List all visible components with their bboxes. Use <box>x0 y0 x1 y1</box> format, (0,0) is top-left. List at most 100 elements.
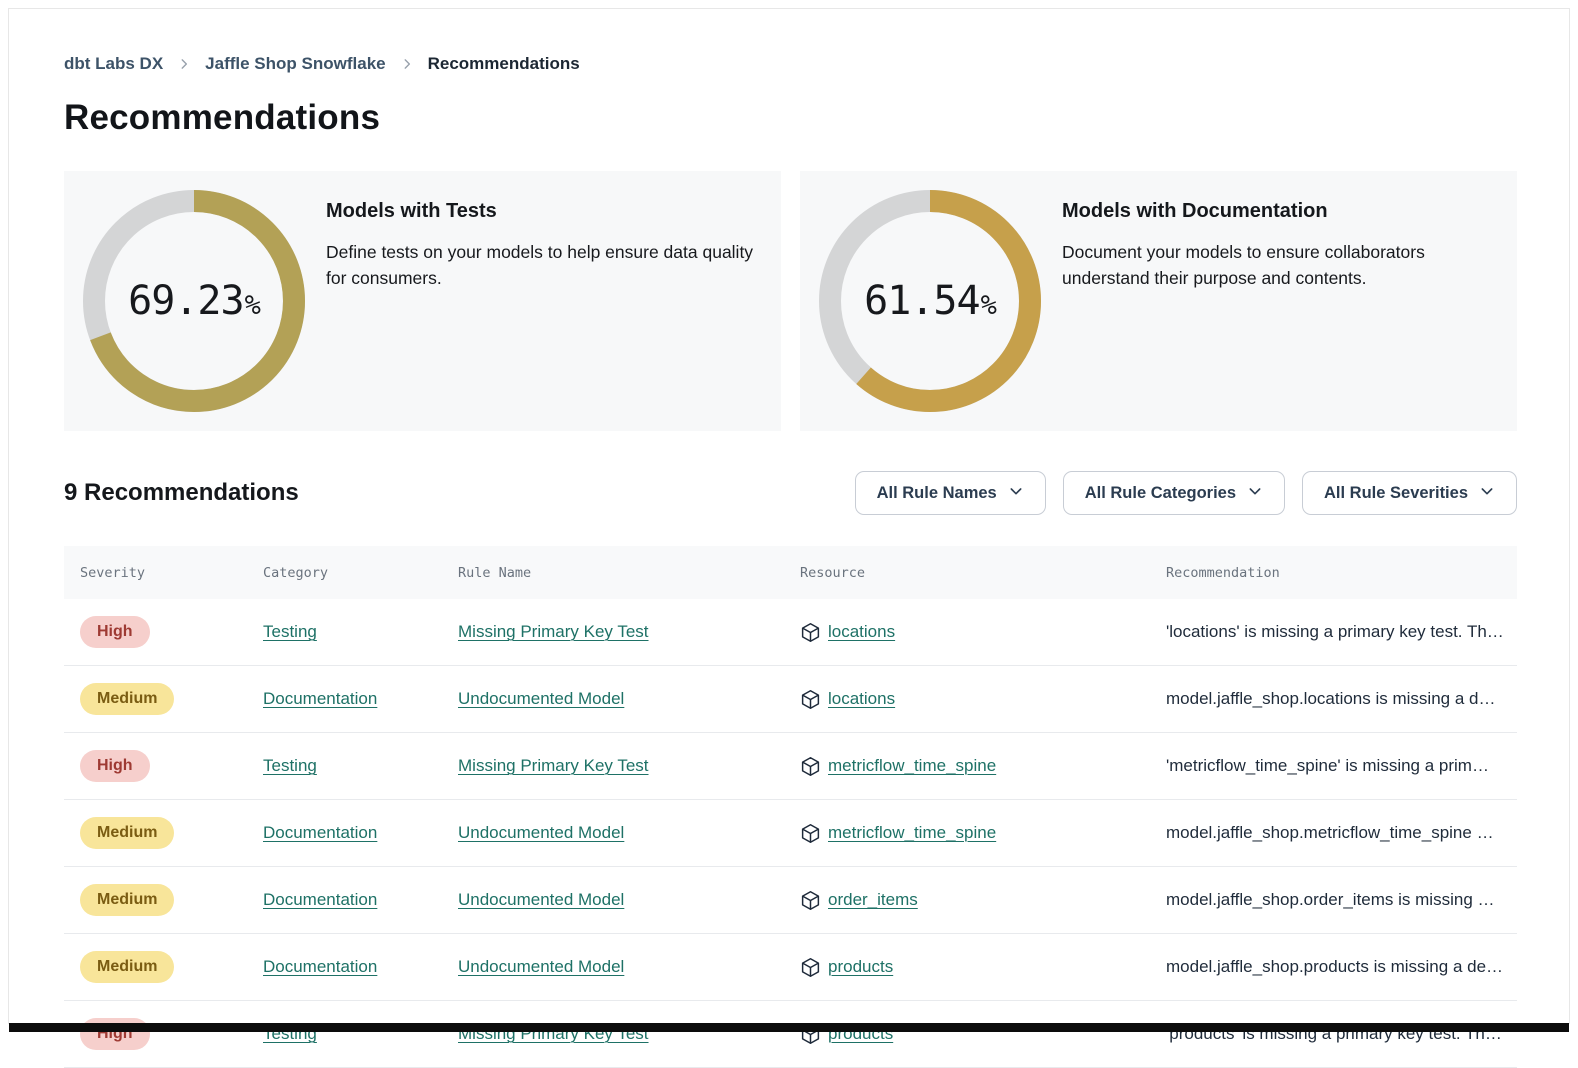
table-row: High Testing Missing Primary Key Test me… <box>64 733 1517 800</box>
column-header-recommendation: Recommendation <box>1150 565 1517 581</box>
metric-card-description: Define tests on your models to help ensu… <box>326 239 762 292</box>
rule-name-cell: Undocumented Model <box>442 823 784 843</box>
resource-cell: products <box>784 957 1150 978</box>
bottom-clipped-row <box>9 1023 1569 1032</box>
breadcrumb-item-current: Recommendations <box>428 54 580 74</box>
cube-icon <box>800 957 821 978</box>
category-cell: Documentation <box>247 957 442 977</box>
documentation-percentage: 61.54% <box>819 190 1041 412</box>
category-link[interactable]: Testing <box>263 756 317 775</box>
resource-link[interactable]: locations <box>828 689 895 709</box>
table-row: Medium Documentation Undocumented Model … <box>64 934 1517 1001</box>
tests-percentage: 69.23% <box>83 190 305 412</box>
resource-cell: order_items <box>784 890 1150 911</box>
table-header-row: Severity Category Rule Name Resource Rec… <box>64 546 1517 599</box>
column-header-resource: Resource <box>784 565 1150 581</box>
metric-card-documentation: 61.54% Models with Documentation Documen… <box>800 171 1517 431</box>
main-content: dbt Labs DX Jaffle Shop Snowflake Recomm… <box>64 0 1517 1068</box>
severity-cell: Medium <box>64 884 247 916</box>
filter-bar: All Rule Names All Rule Categories All R… <box>855 471 1517 515</box>
filter-label: All Rule Names <box>877 484 997 503</box>
category-cell: Documentation <box>247 890 442 910</box>
cube-icon <box>800 823 821 844</box>
table-row: Medium Documentation Undocumented Model … <box>64 867 1517 934</box>
category-link[interactable]: Documentation <box>263 689 377 708</box>
table-row: High Testing Missing Primary Key Test lo… <box>64 599 1517 666</box>
rule-name-cell: Missing Primary Key Test <box>442 756 784 776</box>
chevron-down-icon <box>1008 483 1024 504</box>
resource-link[interactable]: products <box>828 957 893 977</box>
severity-cell: Medium <box>64 951 247 983</box>
rule-name-cell: Missing Primary Key Test <box>442 622 784 642</box>
resource-cell: metricflow_time_spine <box>784 823 1150 844</box>
table-body: High Testing Missing Primary Key Test lo… <box>64 599 1517 1068</box>
rule-name-link[interactable]: Undocumented Model <box>458 823 624 842</box>
category-cell: Documentation <box>247 823 442 843</box>
category-cell: Documentation <box>247 689 442 709</box>
page-title: Recommendations <box>64 98 1517 138</box>
severity-cell: High <box>64 750 247 782</box>
category-link[interactable]: Testing <box>263 622 317 641</box>
resource-link[interactable]: order_items <box>828 890 918 910</box>
recommendations-table: Severity Category Rule Name Resource Rec… <box>64 546 1517 1068</box>
recommendation-cell: model.jaffle_shop.metricflow_time_spine … <box>1150 823 1517 843</box>
resource-cell: metricflow_time_spine <box>784 756 1150 777</box>
breadcrumb-item-environment[interactable]: Jaffle Shop Snowflake <box>205 54 385 74</box>
severity-cell: High <box>64 616 247 648</box>
list-header: 9 Recommendations All Rule Names All Rul… <box>64 471 1517 515</box>
metric-card-title: Models with Tests <box>326 200 762 223</box>
rule-severities-filter-dropdown[interactable]: All Rule Severities <box>1302 471 1517 515</box>
severity-badge: Medium <box>80 817 174 849</box>
category-link[interactable]: Documentation <box>263 890 377 909</box>
resource-cell: locations <box>784 689 1150 710</box>
severity-badge: Medium <box>80 951 174 983</box>
chevron-down-icon <box>1479 483 1495 504</box>
resource-link[interactable]: metricflow_time_spine <box>828 823 996 843</box>
rule-name-link[interactable]: Missing Primary Key Test <box>458 622 649 641</box>
rule-name-link[interactable]: Missing Primary Key Test <box>458 756 649 775</box>
severity-cell: Medium <box>64 817 247 849</box>
chevron-right-icon <box>177 57 191 71</box>
table-row: Medium Documentation Undocumented Model … <box>64 666 1517 733</box>
cube-icon <box>800 890 821 911</box>
rule-name-link[interactable]: Undocumented Model <box>458 957 624 976</box>
breadcrumb: dbt Labs DX Jaffle Shop Snowflake Recomm… <box>64 54 1517 74</box>
rule-name-cell: Undocumented Model <box>442 957 784 977</box>
chevron-down-icon <box>1247 483 1263 504</box>
category-cell: Testing <box>247 756 442 776</box>
column-header-category: Category <box>247 565 442 581</box>
severity-badge: High <box>80 750 150 782</box>
category-link[interactable]: Documentation <box>263 823 377 842</box>
rule-name-cell: Undocumented Model <box>442 689 784 709</box>
percent-sign: % <box>981 290 996 321</box>
rule-categories-filter-dropdown[interactable]: All Rule Categories <box>1063 471 1285 515</box>
resource-link[interactable]: locations <box>828 622 895 642</box>
documentation-donut-chart: 61.54% <box>819 190 1041 412</box>
filter-label: All Rule Severities <box>1324 484 1468 503</box>
metric-cards: 69.23% Models with Tests Define tests on… <box>64 171 1517 431</box>
metric-card-tests: 69.23% Models with Tests Define tests on… <box>64 171 781 431</box>
resource-link[interactable]: metricflow_time_spine <box>828 756 996 776</box>
rule-name-link[interactable]: Undocumented Model <box>458 890 624 909</box>
column-header-severity: Severity <box>64 565 247 581</box>
recommendation-cell: model.jaffle_shop.products is missing a … <box>1150 957 1517 977</box>
recommendations-count-heading: 9 Recommendations <box>64 479 299 507</box>
tests-donut-chart: 69.23% <box>83 190 305 412</box>
table-row: Medium Documentation Undocumented Model … <box>64 800 1517 867</box>
cube-icon <box>800 689 821 710</box>
cube-icon <box>800 756 821 777</box>
severity-badge: Medium <box>80 884 174 916</box>
column-header-rule-name: Rule Name <box>442 565 784 581</box>
percent-sign: % <box>245 290 260 321</box>
recommendation-cell: 'metricflow_time_spine' is missing a pri… <box>1150 756 1517 776</box>
rule-name-link[interactable]: Undocumented Model <box>458 689 624 708</box>
filter-label: All Rule Categories <box>1085 484 1236 503</box>
category-link[interactable]: Documentation <box>263 957 377 976</box>
metric-card-description: Document your models to ensure collabora… <box>1062 239 1498 292</box>
category-cell: Testing <box>247 622 442 642</box>
rule-names-filter-dropdown[interactable]: All Rule Names <box>855 471 1046 515</box>
resource-cell: locations <box>784 622 1150 643</box>
table-row: High Testing Missing Primary Key Test pr… <box>64 1001 1517 1068</box>
severity-badge: Medium <box>80 683 174 715</box>
breadcrumb-item-project[interactable]: dbt Labs DX <box>64 54 163 74</box>
